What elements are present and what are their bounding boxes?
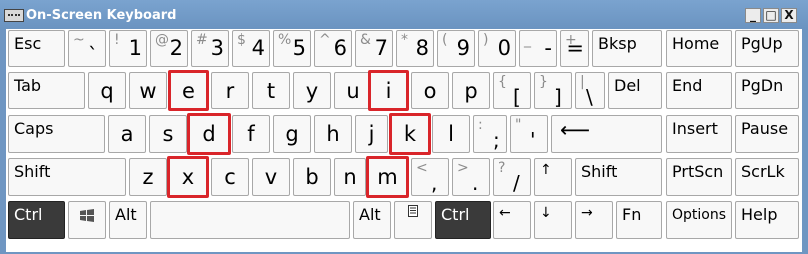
m-key[interactable]: m [366, 156, 409, 198]
fn-key[interactable]: Fn [616, 201, 662, 239]
minimize-button[interactable]: _ [745, 8, 761, 23]
keyboard-area: Esc ~ ` ! 1 @2 #3 $4 % 5 ^ 6 & 7 * 8 (9 ) 0 _ - … [6, 29, 802, 252]
y-key[interactable]: y [293, 72, 331, 109]
windows-key[interactable] [68, 201, 106, 239]
b-key[interactable]: b [293, 158, 331, 196]
z-key[interactable]: z [129, 158, 167, 196]
right-ctrl-key[interactable]: Ctrl [435, 201, 491, 239]
v-key[interactable]: v [252, 158, 290, 196]
j-key[interactable]: j [355, 115, 388, 153]
enter-key[interactable]: ⟵ [551, 115, 662, 153]
c-key[interactable]: c [211, 158, 249, 196]
quote-key[interactable]: " ' [510, 115, 548, 153]
f-key[interactable]: f [232, 115, 270, 153]
q-key[interactable]: q [88, 72, 126, 109]
right-bracket-key[interactable]: }] [534, 72, 572, 109]
g-key[interactable]: g [273, 115, 311, 153]
maximize-button[interactable]: □ [763, 8, 779, 23]
context-menu-icon [395, 205, 431, 221]
digit-3-key[interactable]: #3 [191, 30, 229, 67]
t-key[interactable]: t [252, 72, 290, 109]
digit-7-key[interactable]: & 7 [355, 30, 393, 67]
left-ctrl-key[interactable]: Ctrl [8, 201, 65, 239]
esc-key[interactable]: Esc [8, 30, 65, 67]
l-key[interactable]: l [432, 115, 470, 153]
a-key[interactable]: a [108, 115, 146, 153]
title-bar[interactable]: On-Screen Keyboard _ □ X [0, 0, 808, 30]
r-key[interactable]: r [211, 72, 249, 109]
comma-key[interactable]: <, [411, 158, 449, 196]
x-key[interactable]: x [167, 156, 209, 198]
insert-key[interactable]: Insert [666, 115, 732, 153]
right-shift-key[interactable]: Shift [575, 158, 662, 196]
digit-2-key[interactable]: @2 [150, 30, 188, 67]
spacebar-key[interactable] [150, 201, 350, 239]
menu-key[interactable] [394, 201, 432, 239]
digit-5-key[interactable]: % 5 [273, 30, 311, 67]
digit-9-key[interactable]: (9 [437, 30, 475, 67]
print-screen-key[interactable]: PrtScn [666, 158, 732, 196]
right-arrow-key[interactable]: → [575, 201, 613, 239]
backslash-key[interactable]: | \ [575, 72, 605, 109]
down-arrow-key[interactable]: ↓ [534, 201, 572, 239]
left-arrow-key[interactable]: ← [493, 201, 531, 239]
backspace-key[interactable]: Bksp [592, 30, 662, 67]
osk-window: On-Screen Keyboard _ □ X Esc ~ ` ! 1 @2 #3… [0, 0, 808, 254]
scroll-lock-key[interactable]: ScrLk [735, 158, 799, 196]
options-key[interactable]: Options [666, 201, 732, 239]
digit-4-key[interactable]: $4 [232, 30, 270, 67]
keyboard-app-icon [4, 9, 24, 22]
period-key[interactable]: >. [452, 158, 490, 196]
k-key[interactable]: k [389, 113, 431, 155]
windows-logo-icon [69, 209, 105, 226]
digit-8-key[interactable]: * 8 [396, 30, 434, 67]
minus-key[interactable]: _ - [519, 30, 557, 67]
slash-key[interactable]: ? / [493, 158, 531, 196]
digit-1-key[interactable]: ! 1 [109, 30, 147, 67]
p-key[interactable]: p [452, 72, 490, 109]
u-key[interactable]: u [334, 72, 372, 109]
n-key[interactable]: n [334, 158, 366, 196]
pause-key[interactable]: Pause [735, 115, 799, 153]
page-down-key[interactable]: PgDn [735, 72, 799, 109]
tilde-key[interactable]: ~ ` [68, 30, 106, 67]
tab-key[interactable]: Tab [8, 72, 85, 109]
home-key[interactable]: Home [666, 30, 732, 67]
semicolon-key[interactable]: :; [473, 115, 507, 153]
up-arrow-key[interactable]: ↑ [534, 158, 572, 196]
caps-lock-key[interactable]: Caps [8, 115, 105, 153]
page-up-key[interactable]: PgUp [735, 30, 799, 67]
digit-6-key[interactable]: ^ 6 [314, 30, 352, 67]
e-key[interactable]: e [168, 70, 209, 111]
s-key[interactable]: s [149, 115, 187, 153]
delete-key[interactable]: Del [608, 72, 662, 109]
right-alt-key[interactable]: Alt [353, 201, 391, 239]
left-bracket-key[interactable]: {[ [493, 72, 531, 109]
left-shift-key[interactable]: Shift [8, 158, 126, 196]
end-key[interactable]: End [666, 72, 732, 109]
window-title: On-Screen Keyboard [26, 8, 177, 23]
o-key[interactable]: o [411, 72, 449, 109]
equals-key[interactable]: + = [560, 30, 589, 67]
d-key[interactable]: d [187, 113, 231, 155]
close-button[interactable]: X [781, 8, 797, 23]
h-key[interactable]: h [314, 115, 352, 153]
w-key[interactable]: w [129, 72, 167, 109]
help-key[interactable]: Help [735, 201, 799, 239]
i-key[interactable]: i [368, 70, 409, 111]
digit-0-key[interactable]: ) 0 [478, 30, 516, 67]
left-alt-key[interactable]: Alt [109, 201, 147, 239]
